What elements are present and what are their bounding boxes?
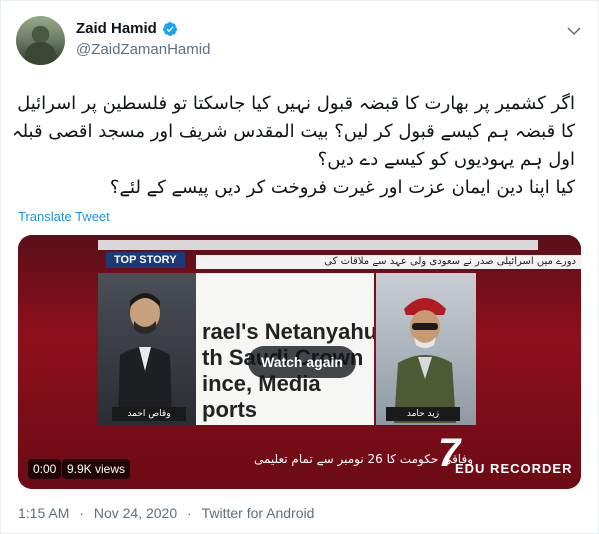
center-text-line: ports (202, 397, 257, 422)
avatar[interactable] (16, 16, 65, 65)
translate-tweet-link[interactable]: Translate Tweet (18, 209, 110, 224)
video-views-badge: 9.9K views (62, 459, 131, 479)
verified-badge-icon (162, 22, 177, 36)
tweet-line: اول ہم یہودیوں کو کیسے دے دیں؟ (317, 149, 575, 170)
video-player[interactable]: TOP STORY دورے میں اسرائیلی صدر نے سعودی… (18, 235, 581, 489)
tweet-line: کا قبضہ ہم کیسے قبول کر لیں؟ بیت المقدس … (12, 121, 575, 142)
chevron-down-icon[interactable] (565, 22, 583, 40)
meta-separator: · (187, 505, 192, 521)
top-story-label: TOP STORY (106, 252, 185, 268)
author-handle[interactable]: @ZaidZamanHamid (76, 41, 210, 58)
urdu-headline-banner: دورے میں اسرائیلی صدر نے سعودی ولی عہد س… (196, 255, 581, 269)
ticker-strip (98, 240, 538, 250)
tweet-line: اگر کشمیر پر بھارت کا قبضہ قبول نہیں کیا… (17, 93, 575, 114)
watch-again-button[interactable]: Watch again (248, 346, 356, 378)
tweet-source[interactable]: Twitter for Android (202, 505, 315, 521)
tweet-text: اگر کشمیر پر بھارت کا قبضہ قبول نہیں کیا… (12, 90, 575, 202)
meta-separator: · (79, 505, 84, 521)
anchor-figure (118, 293, 172, 421)
channel-logo-name: EDU RECORDER (455, 461, 573, 476)
center-text-line: rael's Netanyahu M (202, 319, 374, 344)
tweet-date[interactable]: Nov 24, 2020 (94, 505, 177, 521)
author-display-name[interactable]: Zaid Hamid (76, 20, 157, 37)
guest-figure (394, 298, 456, 423)
right-name-tag: زید حامد (386, 407, 460, 421)
tweet-meta: 1:15 AM · Nov 24, 2020 · Twitter for And… (18, 505, 314, 521)
tweet-time[interactable]: 1:15 AM (18, 505, 69, 521)
left-name-tag: وقاص احمد (112, 407, 186, 421)
tweet-line: کیا اپنا دین ایمان عزت اور غیرت فروخت کر… (109, 177, 575, 198)
video-time-badge: 0:00 (28, 459, 62, 479)
